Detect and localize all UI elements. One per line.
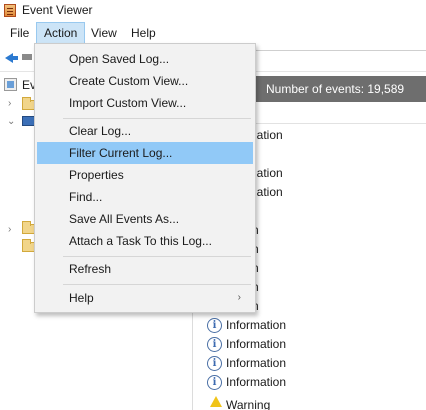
menu-separator — [63, 118, 251, 119]
menu-separator — [63, 284, 251, 285]
window-title: Event Viewer — [22, 3, 93, 17]
event-level: Warning — [226, 398, 271, 410]
table-row[interactable]: i Information — [196, 335, 426, 354]
menu-item-save-all-events-as[interactable]: Save All Events As... — [37, 208, 253, 230]
event-level: Information — [226, 337, 287, 351]
menu-file[interactable]: File — [3, 22, 36, 44]
menu-item-open-saved-log[interactable]: Open Saved Log... — [37, 48, 253, 70]
table-row[interactable]: i Information — [196, 316, 426, 335]
menu-item-refresh[interactable]: Refresh — [37, 258, 253, 280]
menu-item-clear-log[interactable]: Clear Log... — [37, 120, 253, 142]
menu-item-attach-task[interactable]: Attach a Task To this Log... — [37, 230, 253, 252]
forward-icon[interactable] — [22, 54, 32, 60]
menu-item-help-label: Help — [69, 291, 94, 305]
menu-item-create-custom-view[interactable]: Create Custom View... — [37, 70, 253, 92]
menu-item-help[interactable]: Help › — [37, 287, 253, 309]
information-icon: i — [207, 318, 222, 333]
title-bar: Event Viewer — [0, 0, 426, 22]
event-viewer-root-icon — [4, 78, 17, 91]
menu-item-filter-current-log[interactable]: Filter Current Log... — [37, 142, 253, 164]
action-menu: Open Saved Log... Create Custom View... … — [34, 43, 256, 313]
information-icon: i — [207, 375, 222, 390]
information-icon: i — [207, 356, 222, 371]
menu-item-properties[interactable]: Properties — [37, 164, 253, 186]
event-level: Information — [226, 375, 287, 389]
menu-help[interactable]: Help — [124, 22, 163, 44]
table-row[interactable]: i Information — [196, 354, 426, 373]
menu-bar: File Action View Help — [0, 22, 426, 44]
information-icon: i — [207, 337, 222, 352]
event-viewer-app-icon — [4, 4, 16, 17]
menu-action[interactable]: Action — [36, 22, 86, 44]
table-row[interactable]: Warning — [196, 392, 426, 410]
event-level: Information — [226, 356, 287, 370]
table-row[interactable]: i Information — [196, 373, 426, 392]
chevron-right-icon[interactable]: › — [8, 224, 11, 235]
menu-view[interactable]: View — [84, 22, 124, 44]
menu-separator — [63, 256, 251, 257]
warning-icon — [210, 396, 222, 407]
chevron-down-icon[interactable]: ⌄ — [7, 116, 15, 127]
submenu-arrow-icon: › — [237, 292, 241, 303]
menu-item-import-custom-view[interactable]: Import Custom View... — [37, 92, 253, 114]
event-count: Number of events: 19,589 — [266, 82, 405, 96]
toolbar-divider — [256, 50, 426, 66]
chevron-right-icon[interactable]: › — [8, 98, 11, 109]
event-level: Information — [226, 318, 287, 332]
menu-item-find[interactable]: Find... — [37, 186, 253, 208]
back-arrow-icon[interactable] — [5, 53, 18, 63]
